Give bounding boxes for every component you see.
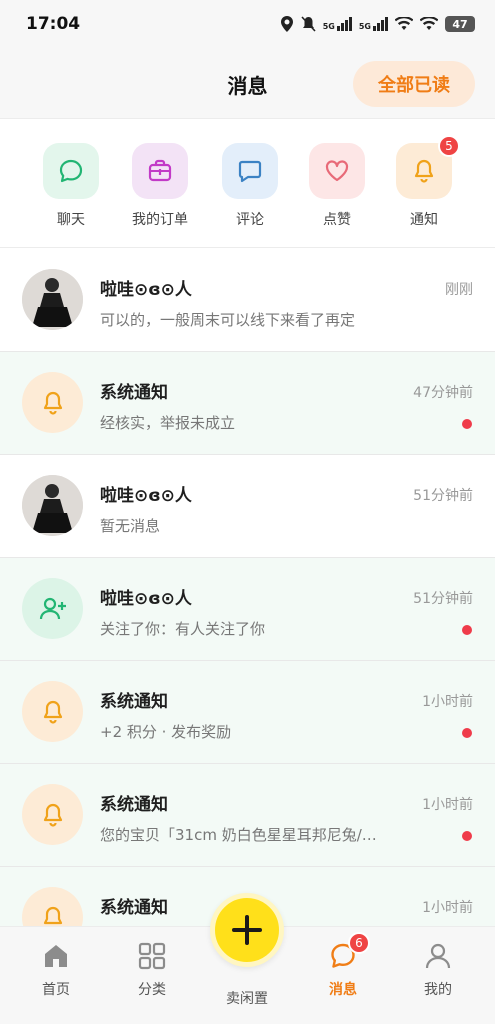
quick-tab-label: 我的订单 <box>132 212 188 228</box>
message-preview: 暂无消息 <box>100 517 161 535</box>
page-header: 消息 全部已读 <box>0 48 495 118</box>
quick-tab-chat[interactable]: 聊天 <box>26 143 116 229</box>
bell-icon <box>22 784 83 845</box>
message-row[interactable]: 啦哇⊙ɞ⊙人 暂无消息 51分钟前 <box>0 455 495 558</box>
read-all-button[interactable]: 全部已读 <box>353 61 475 107</box>
message-time: 47分钟前 <box>413 385 473 401</box>
bell-icon <box>22 681 83 742</box>
message-row[interactable]: 系统通知 经核实，举报未成立 47分钟前 <box>0 352 495 455</box>
status-bar: 17:04 5G 5G 47 <box>0 0 495 48</box>
nav-label: 分类 <box>138 982 166 998</box>
unread-dot <box>462 728 472 738</box>
nav-label: 我的 <box>424 982 452 998</box>
message-time: 1小时前 <box>422 797 473 813</box>
message-time: 51分钟前 <box>413 488 473 504</box>
message-sender: 系统通知 <box>100 383 168 403</box>
plus-icon <box>232 915 262 945</box>
quick-tab-label: 通知 <box>410 212 438 228</box>
user-icon <box>403 939 473 973</box>
message-preview: 可以的，一般周末可以线下来看了再定 <box>100 311 356 329</box>
message-time: 1小时前 <box>422 694 473 710</box>
chat-icon: 6 <box>308 932 378 973</box>
signal-icon: 5G <box>323 17 352 31</box>
sell-fab-button[interactable] <box>210 893 284 967</box>
quick-tab-label: 评论 <box>236 212 264 228</box>
order-icon <box>132 143 188 199</box>
mute-bell-icon <box>301 16 316 32</box>
status-icons: 5G 5G 47 <box>280 16 475 32</box>
comment-icon <box>222 143 278 199</box>
quick-tab-like[interactable]: 点赞 <box>292 143 382 229</box>
nav-messages[interactable]: 6 消息 <box>308 932 378 999</box>
wifi-icon <box>395 17 413 30</box>
quick-tab-orders[interactable]: 我的订单 <box>115 143 205 229</box>
unread-dot <box>462 419 472 429</box>
message-sender: 啦哇⊙ɞ⊙人 <box>100 589 192 609</box>
message-sender: 啦哇⊙ɞ⊙人 <box>100 280 192 300</box>
message-time: 刚刚 <box>445 282 473 298</box>
bell-icon <box>22 372 83 433</box>
avatar <box>22 269 83 330</box>
message-preview: 关注了你：有人关注了你 <box>100 620 266 638</box>
quick-tab-label: 聊天 <box>57 212 85 228</box>
signal-label-2: 5G <box>358 22 371 31</box>
message-row[interactable]: 啦哇⊙ɞ⊙人 关注了你：有人关注了你 51分钟前 <box>0 558 495 661</box>
wifi-icon-2 <box>420 17 438 30</box>
location-icon <box>280 16 293 32</box>
message-sender: 系统通知 <box>100 795 168 815</box>
quick-tab-label: 点赞 <box>323 212 351 228</box>
nav-category[interactable]: 分类 <box>117 939 187 999</box>
grid-icon <box>117 939 187 973</box>
battery-icon: 47 <box>445 16 475 32</box>
nav-mine[interactable]: 我的 <box>403 939 473 999</box>
notify-badge: 5 <box>438 135 460 157</box>
message-row[interactable]: 系统通知 您的宝贝「31cm 奶白色星星耳邦尼兔/… 1小时前 <box>0 764 495 867</box>
heart-icon <box>309 143 365 199</box>
message-sender: 啦哇⊙ɞ⊙人 <box>100 486 192 506</box>
nav-label: 消息 <box>329 982 357 998</box>
message-preview: 经核实，举报未成立 <box>100 414 236 432</box>
status-time: 17:04 <box>26 14 81 34</box>
message-row[interactable]: 啦哇⊙ɞ⊙人 可以的，一般周末可以线下来看了再定 刚刚 <box>0 249 495 352</box>
quick-tab-notify[interactable]: 5 通知 <box>379 135 469 229</box>
unread-dot <box>462 625 472 635</box>
message-row[interactable]: 系统通知 +2 积分 · 发布奖励 1小时前 <box>0 661 495 764</box>
unread-dot <box>462 831 472 841</box>
nav-label: 首页 <box>42 982 70 998</box>
message-sender: 系统通知 <box>100 692 168 712</box>
message-sender: 系统通知 <box>100 898 168 918</box>
quick-tabs: 聊天 我的订单 评论 点赞 5 通知 <box>0 118 495 248</box>
quick-tab-comment[interactable]: 评论 <box>205 143 295 229</box>
avatar <box>22 475 83 536</box>
add-user-icon <box>22 578 83 639</box>
signal-label: 5G <box>322 22 335 31</box>
message-preview: +2 积分 · 发布奖励 <box>100 723 232 741</box>
messages-badge: 6 <box>348 932 370 954</box>
nav-home[interactable]: 首页 <box>21 939 91 999</box>
message-time: 1小时前 <box>422 900 473 916</box>
chat-icon <box>43 143 99 199</box>
sell-label: 卖闲置 <box>226 991 268 1007</box>
message-preview: 您的宝贝「31cm 奶白色星星耳邦尼兔/… <box>100 826 377 844</box>
message-time: 51分钟前 <box>413 591 473 607</box>
bell-icon: 5 <box>396 135 460 199</box>
signal-icon-2: 5G <box>359 17 388 31</box>
home-icon <box>21 939 91 973</box>
